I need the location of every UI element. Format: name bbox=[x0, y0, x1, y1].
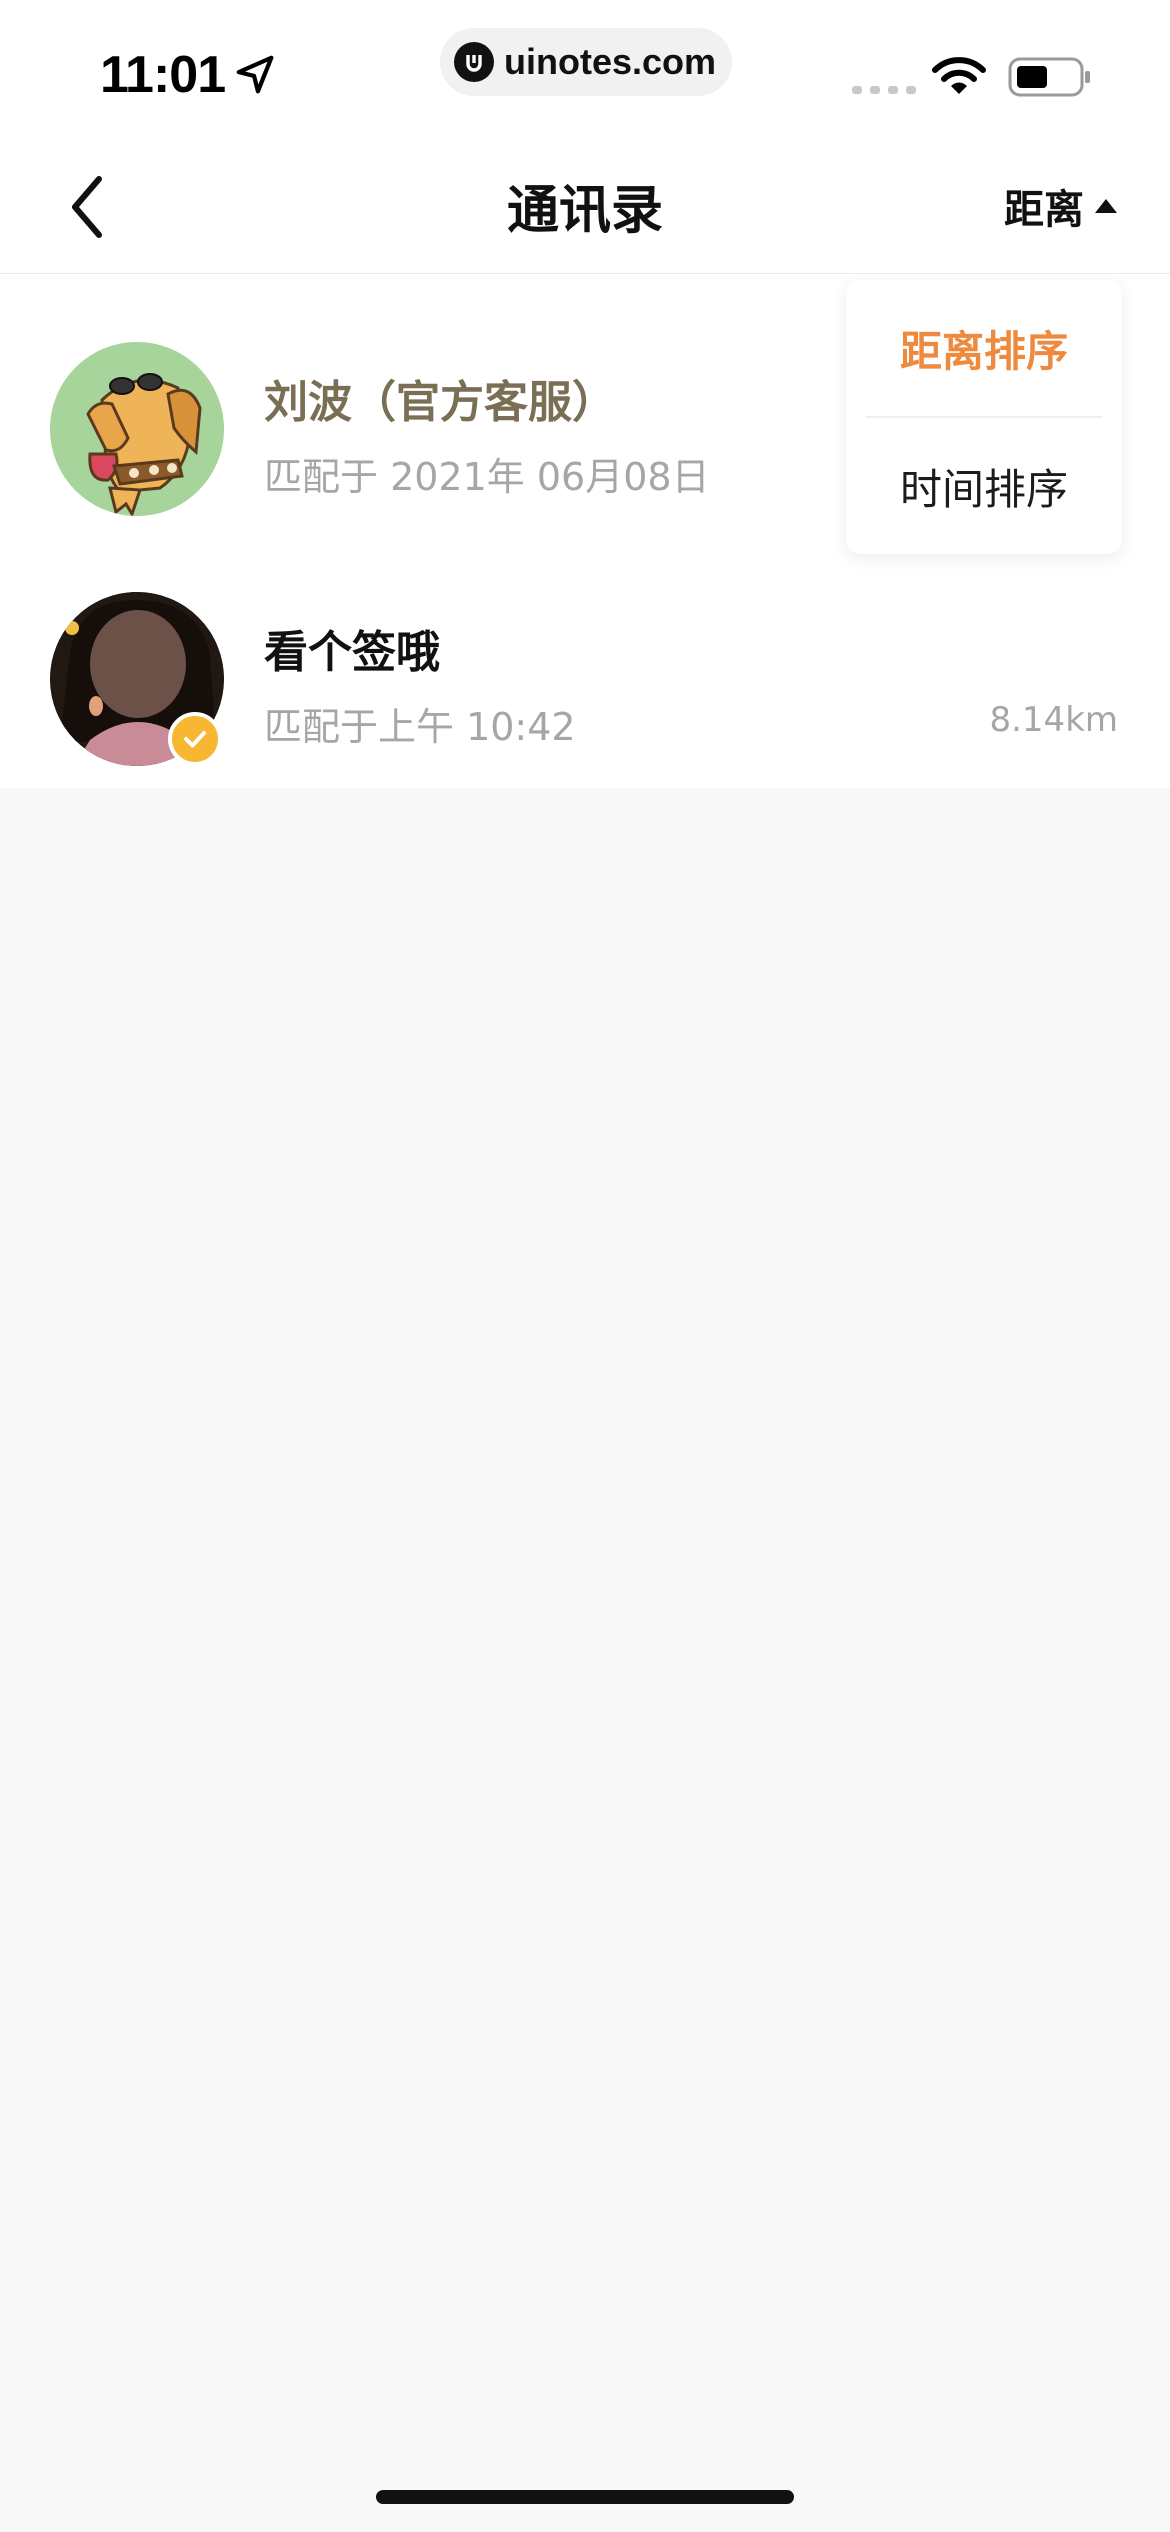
sort-option-time[interactable]: 时间排序 bbox=[846, 418, 1122, 554]
list-item[interactable]: 看个签哦 匹配于上午 10:42 8.14km bbox=[0, 524, 1170, 774]
uinotes-logo-icon bbox=[454, 42, 494, 82]
contacts-screen: 11:01 uinotes.com 通讯录 距离 刘波（官方客服） 匹配于 20… bbox=[0, 0, 1170, 2532]
contact-name: 看个签哦 bbox=[264, 627, 440, 678]
wifi-icon bbox=[932, 57, 986, 94]
dog-mascot-avatar-icon bbox=[50, 342, 224, 516]
page-title: 通讯录 bbox=[506, 181, 663, 241]
sort-option-distance[interactable]: 距离排序 bbox=[846, 280, 1122, 416]
url-pill[interactable]: uinotes.com bbox=[440, 28, 732, 96]
url-text: uinotes.com bbox=[504, 41, 717, 82]
avatar bbox=[50, 342, 224, 516]
contact-match-time: 匹配于 2021年 06月08日 bbox=[264, 455, 710, 499]
nav-bar: 通讯录 距离 bbox=[0, 140, 1170, 274]
status-time-group: 11:01 bbox=[100, 40, 279, 110]
contact-match-time: 匹配于上午 10:42 bbox=[264, 705, 576, 749]
battery-icon bbox=[1008, 57, 1090, 97]
status-time: 11:01 bbox=[100, 46, 226, 104]
sort-label: 距离 bbox=[1004, 187, 1084, 233]
triangle-up-icon bbox=[1095, 199, 1117, 213]
signal-icon bbox=[852, 86, 916, 94]
sort-toggle-button[interactable]: 距离 bbox=[1004, 176, 1118, 236]
sort-dropdown-menu: 距离排序 时间排序 bbox=[846, 280, 1122, 554]
verified-badge-icon bbox=[168, 712, 222, 766]
status-bar: 11:01 uinotes.com bbox=[0, 0, 1170, 140]
contact-name: 刘波（官方客服） bbox=[264, 377, 616, 428]
contact-distance: 8.14km bbox=[989, 700, 1118, 740]
location-arrow-icon bbox=[236, 55, 274, 94]
avatar-wrap bbox=[50, 592, 224, 766]
home-indicator[interactable] bbox=[376, 2490, 794, 2504]
